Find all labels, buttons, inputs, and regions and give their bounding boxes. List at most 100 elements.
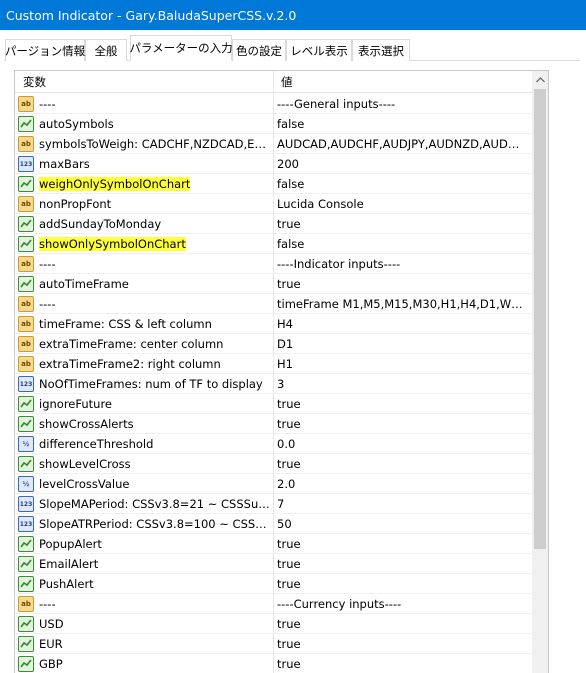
table-row[interactable]: addSundayToMonday true — [15, 214, 532, 234]
value-cell[interactable]: false — [274, 174, 532, 194]
variable-name: extraTimeFrame2: right column — [39, 357, 221, 371]
value-cell[interactable]: true — [274, 554, 532, 574]
table-row[interactable]: autoSymbols false — [15, 114, 532, 134]
table-row[interactable]: showOnlySymbolOnChart false — [15, 234, 532, 254]
table-row[interactable]: 123 maxBars 200 — [15, 154, 532, 174]
variable-cell: ab ---- — [15, 294, 274, 314]
value-text: H4 — [277, 317, 293, 331]
value-cell[interactable]: timeFrame M1,M5,M15,M30,H1,H4,D1,W1,MN — [274, 294, 532, 314]
string-type-icon: ab — [18, 196, 34, 212]
variable-cell: ½ levelCrossValue — [15, 474, 274, 494]
value-cell[interactable]: true — [274, 574, 532, 594]
value-cell[interactable]: ----Currency inputs---- — [274, 594, 532, 614]
value-cell[interactable]: true — [274, 274, 532, 294]
table-row[interactable]: EUR true — [15, 634, 532, 654]
bool-type-icon — [18, 276, 34, 292]
table-row[interactable]: 123 SlopeATRPeriod: CSSv3.8=100 ~ CSSSupe… — [15, 514, 532, 534]
value-cell[interactable]: ----Indicator inputs---- — [274, 254, 532, 274]
table-row[interactable]: EmailAlert true — [15, 554, 532, 574]
table-row[interactable]: ab extraTimeFrame2: right column H1 — [15, 354, 532, 374]
variable-cell: EUR — [15, 634, 274, 654]
value-cell[interactable]: true — [274, 414, 532, 434]
value-cell[interactable]: H4 — [274, 314, 532, 334]
value-cell[interactable]: AUDCAD,AUDCHF,AUDJPY,AUDNZD,AUDUSD... — [274, 134, 532, 154]
value-text: 2.0 — [277, 477, 296, 491]
value-cell[interactable]: true — [274, 534, 532, 554]
table-row[interactable]: ab nonPropFont Lucida Console — [15, 194, 532, 214]
tab-strip: パージョン情報 全般 パラメーターの入力 色の設定 レベル表示 表示選択 — [0, 30, 586, 62]
table-row[interactable]: ½ differenceThreshold 0.0 — [15, 434, 532, 454]
string-type-icon: ab — [18, 256, 34, 272]
string-type-icon: ab — [18, 96, 34, 112]
tab-label: 全般 — [94, 43, 118, 58]
variable-column-header[interactable]: 変数 — [15, 71, 274, 93]
value-cell[interactable]: true — [274, 394, 532, 414]
table-row[interactable]: 123 SlopeMAPeriod: CSSv3.8=21 ~ CSSSuper=… — [15, 494, 532, 514]
value-cell[interactable]: Lucida Console — [274, 194, 532, 214]
table-row[interactable]: PushAlert true — [15, 574, 532, 594]
value-cell[interactable]: true — [274, 614, 532, 634]
table-row[interactable]: ignoreFuture true — [15, 394, 532, 414]
variable-cell: PushAlert — [15, 574, 274, 594]
table-row[interactable]: ab symbolsToWeigh: CADCHF,NZDCAD,EURC... A… — [15, 134, 532, 154]
scroll-thumb[interactable] — [534, 89, 546, 549]
window-title: Custom Indicator - Gary.BaludaSuperCSS.v… — [6, 7, 297, 23]
value-text: 200 — [277, 157, 299, 171]
tab-version-info[interactable]: パージョン情報 — [5, 39, 85, 61]
value-cell[interactable]: true — [274, 654, 532, 673]
tab-visualization[interactable]: 表示選択 — [352, 39, 410, 61]
table-row[interactable]: ab timeFrame: CSS & left column H4 — [15, 314, 532, 334]
value-cell[interactable]: true — [274, 634, 532, 654]
bool-type-icon — [18, 176, 34, 192]
value-cell[interactable]: true — [274, 454, 532, 474]
table-row[interactable]: ab ---- timeFrame M1,M5,M15,M30,H1,H4,D1,W… — [15, 294, 532, 314]
variable-name: ignoreFuture — [39, 397, 112, 411]
table-row[interactable]: ½ levelCrossValue 2.0 — [15, 474, 532, 494]
table-row[interactable]: USD true — [15, 614, 532, 634]
value-cell[interactable]: 3 — [274, 374, 532, 394]
table-row[interactable]: showCrossAlerts true — [15, 414, 532, 434]
tab-colors[interactable]: 色の設定 — [232, 39, 286, 61]
table-row[interactable]: GBP true — [15, 654, 532, 673]
value-text: true — [277, 217, 301, 231]
table-row[interactable]: ab extraTimeFrame: center column D1 — [15, 334, 532, 354]
variable-name: symbolsToWeigh: CADCHF,NZDCAD,EURC... — [39, 137, 271, 151]
value-cell[interactable]: ----General inputs---- — [274, 94, 532, 114]
vertical-scrollbar[interactable] — [532, 71, 548, 673]
table-row[interactable]: showLevelCross true — [15, 454, 532, 474]
value-cell[interactable]: 50 — [274, 514, 532, 534]
table-row[interactable]: ab ---- ----General inputs---- — [15, 94, 532, 114]
value-cell[interactable]: false — [274, 114, 532, 134]
table-row[interactable]: autoTimeFrame true — [15, 274, 532, 294]
value-cell[interactable]: 0.0 — [274, 434, 532, 454]
value-cell[interactable]: 2.0 — [274, 474, 532, 494]
variable-name: PushAlert — [39, 577, 94, 591]
value-text: false — [277, 117, 305, 131]
chevron-up-icon — [535, 76, 545, 82]
table-row[interactable]: ab ---- ----Indicator inputs---- — [15, 254, 532, 274]
tab-input-parameters[interactable]: パラメーターの入力 — [129, 35, 233, 61]
value-cell[interactable]: 7 — [274, 494, 532, 514]
variable-cell: ab extraTimeFrame2: right column — [15, 354, 274, 374]
table-row[interactable]: PopupAlert true — [15, 534, 532, 554]
table-row[interactable]: ab ---- ----Currency inputs---- — [15, 594, 532, 614]
value-text: ----Indicator inputs---- — [277, 257, 401, 271]
tab-levels[interactable]: レベル表示 — [286, 39, 352, 61]
value-cell[interactable]: true — [274, 214, 532, 234]
table-row[interactable]: weighOnlySymbolOnChart false — [15, 174, 532, 194]
variable-name: ---- — [39, 257, 56, 271]
table-row[interactable]: 123 NoOfTimeFrames: num of TF to display 3 — [15, 374, 532, 394]
tab-general[interactable]: 全般 — [85, 39, 127, 61]
scroll-up-button[interactable] — [532, 71, 548, 88]
variable-name: SlopeMAPeriod: CSSv3.8=21 ~ CSSSuper=7 — [39, 497, 271, 511]
value-text: 50 — [277, 517, 292, 531]
value-cell[interactable]: false — [274, 234, 532, 254]
value-column-header[interactable]: 値 — [274, 71, 532, 93]
value-cell[interactable]: H1 — [274, 354, 532, 374]
value-cell[interactable]: D1 — [274, 334, 532, 354]
variable-cell: showCrossAlerts — [15, 414, 274, 434]
variable-name: EmailAlert — [39, 557, 99, 571]
variable-cell: ab ---- — [15, 94, 274, 114]
string-type-icon: ab — [18, 356, 34, 372]
value-cell[interactable]: 200 — [274, 154, 532, 174]
